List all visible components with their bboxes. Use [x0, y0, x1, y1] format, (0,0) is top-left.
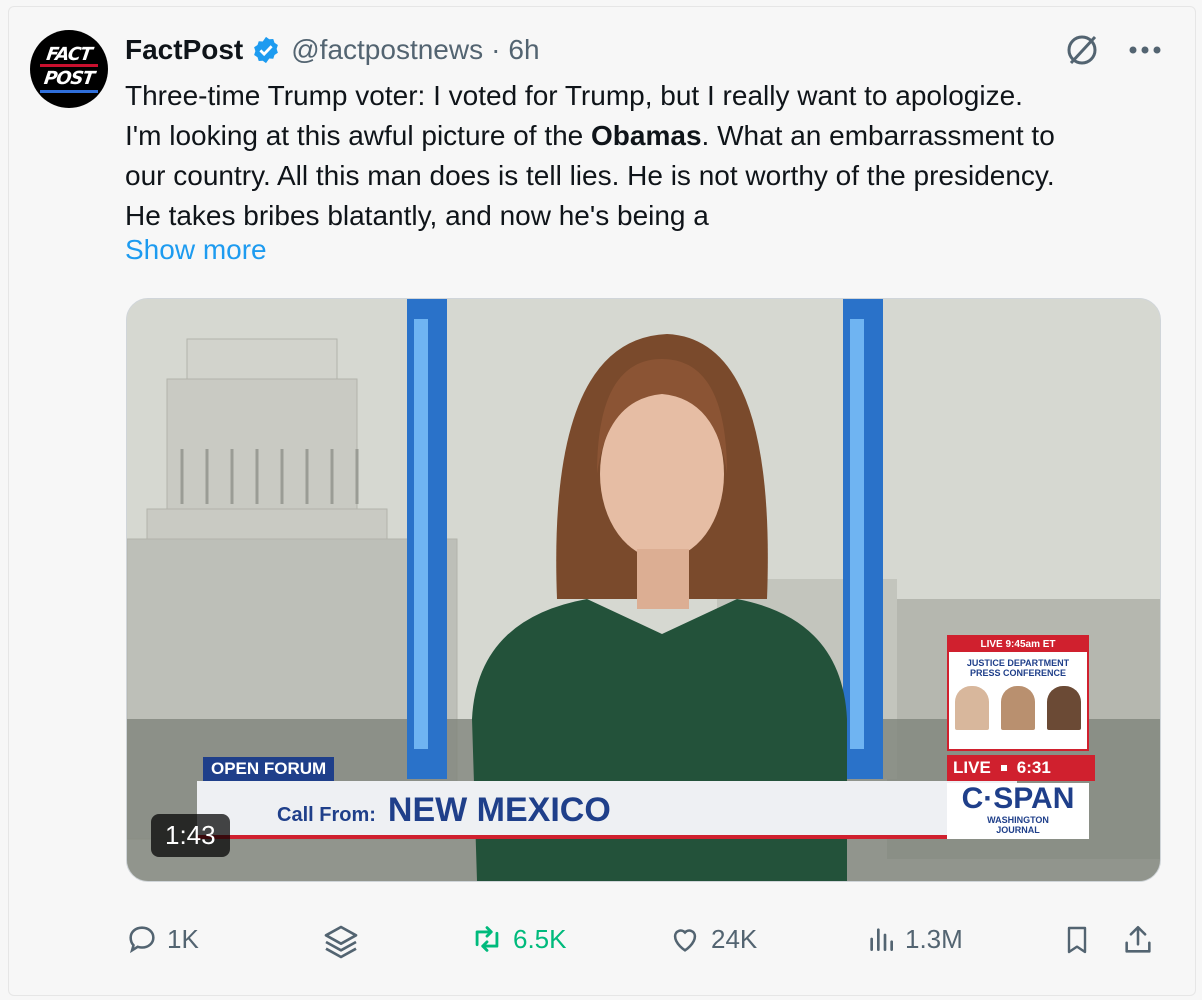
- reply-count: 1K: [167, 923, 199, 954]
- post-time[interactable]: 6h: [508, 34, 539, 66]
- inset-title-2: PRESS CONFERENCE: [969, 668, 1067, 678]
- live-time: 6:31: [1016, 758, 1051, 777]
- show-more-link[interactable]: Show more: [125, 234, 267, 266]
- open-forum-tag: OPEN FORUM: [203, 757, 335, 781]
- post-text: Three-time Trump voter: I voted for Trum…: [125, 76, 1175, 236]
- share-icon: [1125, 925, 1151, 953]
- inset-box: LIVE 9:45am ET JUSTICE DEPARTMENT PRESS …: [947, 635, 1089, 751]
- separator-dot: ·: [491, 34, 501, 65]
- repost-icon: [475, 926, 499, 952]
- post-text-line: Three-time Trump voter: I voted for Trum…: [125, 80, 1023, 111]
- post-text-segment: I'm looking at this awful picture of the: [125, 120, 592, 151]
- lower-third: Call From: NEW MEXICO: [277, 791, 611, 830]
- repost-count: 6.5K: [513, 923, 567, 954]
- avatar-line1: FACT: [45, 44, 93, 65]
- like-count: 24K: [711, 923, 758, 954]
- inset-faces: [949, 686, 1087, 730]
- views-count: 1.3M: [905, 923, 963, 954]
- post-text-bold: Obamas: [591, 120, 702, 151]
- more-icon[interactable]: [1128, 45, 1162, 55]
- post-header: FactPost @factpostnews · 6h: [125, 30, 540, 70]
- grok-icon[interactable]: [1062, 30, 1102, 70]
- video-player[interactable]: OPEN FORUM Call From: NEW MEXICO LIVE 9:…: [126, 298, 1161, 882]
- inset-face: [1047, 686, 1081, 730]
- bookmark-button[interactable]: [1061, 922, 1093, 958]
- post-text-line: our country. All this man does is tell l…: [125, 160, 1055, 191]
- call-from-value: NEW MEXICO: [387, 791, 611, 829]
- inset-face: [1001, 686, 1035, 730]
- video-duration: 1:43: [151, 814, 230, 857]
- like-button[interactable]: 24K: [667, 922, 757, 956]
- live-label: LIVE: [953, 758, 991, 777]
- author-handle[interactable]: @factpostnews: [291, 34, 483, 66]
- top-right-controls: [1062, 30, 1162, 70]
- action-bar: 1K 6.5K 24K 1.3M: [125, 916, 1165, 966]
- bookmark-icon: [1067, 926, 1087, 954]
- post-text-segment: . What an embarrassment to: [701, 120, 1055, 151]
- reply-button[interactable]: 1K: [125, 922, 199, 956]
- views-icon: [870, 928, 893, 951]
- reply-icon: [129, 926, 155, 954]
- show-name-2: JOURNAL: [996, 825, 1040, 835]
- like-icon: [673, 929, 697, 952]
- views-button[interactable]: 1.3M: [865, 922, 963, 956]
- show-name-1: WASHINGTON: [987, 815, 1049, 825]
- cspan-logo: C·SPAN WASHINGTON JOURNAL: [947, 783, 1089, 839]
- avatar-line2: POST: [42, 68, 96, 89]
- repost-button[interactable]: 6.5K: [469, 922, 567, 956]
- call-from-label: Call From:: [277, 804, 376, 826]
- post-text-line: I'm looking at this awful picture of the…: [125, 116, 1175, 156]
- avatar-blue-stripe: [40, 90, 98, 93]
- layers-icon: [324, 925, 358, 959]
- layers-button[interactable]: [321, 922, 361, 962]
- share-button[interactable]: [1121, 922, 1155, 958]
- live-dot: [1000, 765, 1007, 771]
- inset-title-1: JUSTICE DEPARTMENT: [966, 658, 1070, 668]
- author-name[interactable]: FactPost: [125, 34, 243, 66]
- inset-header: LIVE 9:45am ET: [949, 637, 1087, 652]
- live-bar: LIVE 6:31: [947, 755, 1095, 781]
- avatar[interactable]: FACT POST: [30, 30, 108, 108]
- cspan-network: C·SPAN: [961, 782, 1075, 815]
- post-text-line: He takes bribes blatantly, and now he's …: [125, 200, 709, 231]
- avatar-red-stripe: [40, 64, 98, 67]
- verified-badge-icon: [251, 35, 281, 65]
- inset-face: [955, 686, 989, 730]
